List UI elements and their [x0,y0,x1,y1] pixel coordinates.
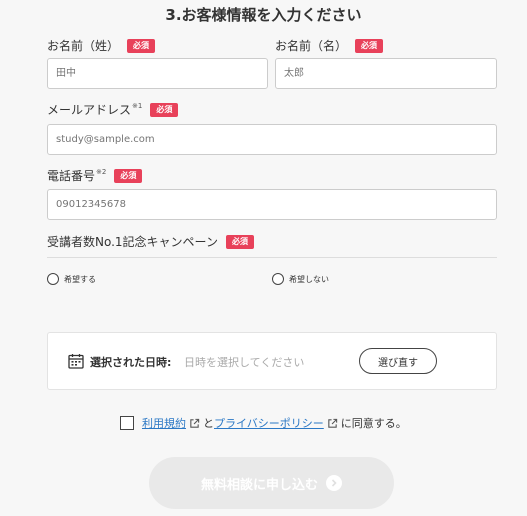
agree-checkbox[interactable] [120,416,134,430]
submit-button[interactable]: 無料相談に申し込む [149,457,394,509]
external-link-icon [328,418,337,428]
privacy-link[interactable]: プライバシーポリシー [214,415,324,431]
required-badge: 必須 [114,168,143,183]
reselect-button[interactable]: 選び直す [359,348,437,374]
first-name-label: お名前（名） 必須 [275,37,384,54]
agreement-suffix: に同意する。 [340,417,407,430]
campaign-label-text: 受講者数No.1記念キャンペーン [47,235,218,249]
submit-label: 無料相談に申し込む [200,477,318,493]
first-name-label-text: お名前（名） [275,39,348,53]
required-badge: 必須 [127,38,156,53]
agreement-connector: と [203,417,214,430]
calendar-icon [68,354,84,369]
campaign-option-want-label: 希望する [64,274,96,284]
last-name-label-text: お名前（姓） [47,39,120,53]
date-selection-box: 選択された日時: 日時を選択してください 選び直す [47,332,497,390]
email-label: メールアドレス ※1 必須 [47,101,179,118]
arrow-right-icon [326,475,342,491]
required-badge: 必須 [225,234,254,249]
last-name-label: お名前（姓） 必須 [47,37,156,54]
date-label: 選択された日時: [90,356,172,369]
email-note: ※1 [132,101,143,110]
campaign-option-not-want[interactable]: 希望しない [272,273,329,285]
phone-input[interactable] [47,189,497,220]
phone-label: 電話番号 ※2 必須 [47,167,143,184]
campaign-option-want[interactable]: 希望する [47,273,96,285]
campaign-label: 受講者数No.1記念キャンペーン 必須 [47,233,254,250]
email-label-text: メールアドレス [47,103,132,117]
last-name-input[interactable] [47,58,268,89]
external-link-icon [190,418,200,428]
required-badge: 必須 [355,38,384,53]
agreement-row: 利用規約 と プライバシーポリシー に同意する。 [120,415,407,431]
radio-circle[interactable] [47,273,59,285]
section-title: 3.お客様情報を入力ください [165,6,362,24]
phone-note: ※2 [96,167,107,176]
radio-circle[interactable] [272,273,284,285]
first-name-input[interactable] [275,58,497,89]
campaign-option-not-want-label: 希望しない [289,274,329,284]
campaign-divider [47,257,497,258]
required-badge: 必須 [150,102,179,117]
phone-label-text: 電話番号 [47,169,96,183]
email-input[interactable] [47,124,497,155]
date-value: 日時を選択してください [184,356,305,369]
terms-link[interactable]: 利用規約 [142,415,186,431]
